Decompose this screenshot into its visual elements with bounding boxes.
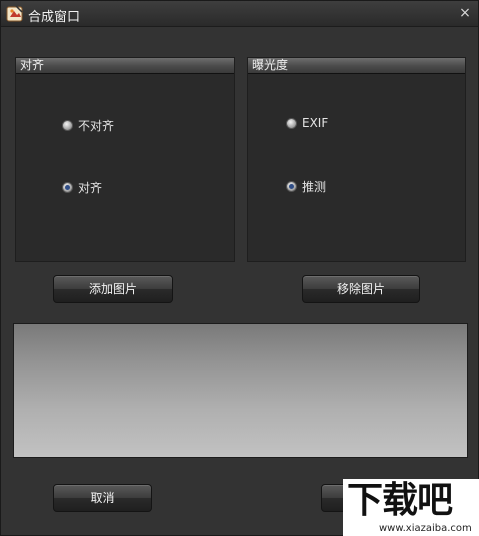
add-image-button[interactable]: 添加图片	[53, 275, 173, 303]
title-bar[interactable]: 合成窗口 ×	[1, 1, 478, 27]
radio-unchecked-icon[interactable]	[286, 117, 297, 129]
align-group-body: 不对齐 对齐	[16, 73, 234, 261]
radio-estimate[interactable]: 推测	[286, 178, 326, 195]
cancel-button[interactable]: 取消	[53, 484, 152, 512]
align-group: 对齐 不对齐 对齐	[15, 57, 235, 262]
radio-align[interactable]: 对齐	[62, 179, 102, 196]
radio-exif-label: EXIF	[302, 116, 329, 130]
radio-unchecked-icon[interactable]	[62, 120, 73, 131]
align-group-header: 对齐	[16, 58, 234, 73]
app-icon	[6, 5, 23, 22]
exposure-group-header: 曝光度	[248, 58, 465, 73]
watermark-logo: 下载吧 www.xiazaiba.com	[343, 479, 479, 536]
remove-image-button[interactable]: 移除图片	[302, 275, 420, 303]
exposure-group-body: EXIF 推测	[248, 73, 465, 261]
radio-no-align[interactable]: 不对齐	[62, 117, 114, 134]
radio-align-label: 对齐	[78, 181, 103, 195]
radio-checked-icon[interactable]	[62, 182, 73, 193]
radio-estimate-label: 推测	[302, 180, 327, 194]
composite-window: 合成窗口 × 对齐 不对齐 对齐 曝光度 EXIF 推测 添加图片 移除图片 取…	[0, 0, 479, 536]
radio-no-align-label: 不对齐	[78, 119, 115, 133]
window-title: 合成窗口	[28, 10, 81, 25]
exposure-group: 曝光度 EXIF 推测	[247, 57, 466, 262]
close-icon[interactable]: ×	[456, 4, 474, 22]
radio-checked-icon[interactable]	[286, 181, 297, 192]
watermark-url: www.xiazaiba.com	[379, 523, 472, 534]
watermark-brand: 下载吧	[347, 480, 453, 521]
radio-exif[interactable]: EXIF	[286, 116, 328, 130]
image-list-area[interactable]	[13, 323, 468, 458]
